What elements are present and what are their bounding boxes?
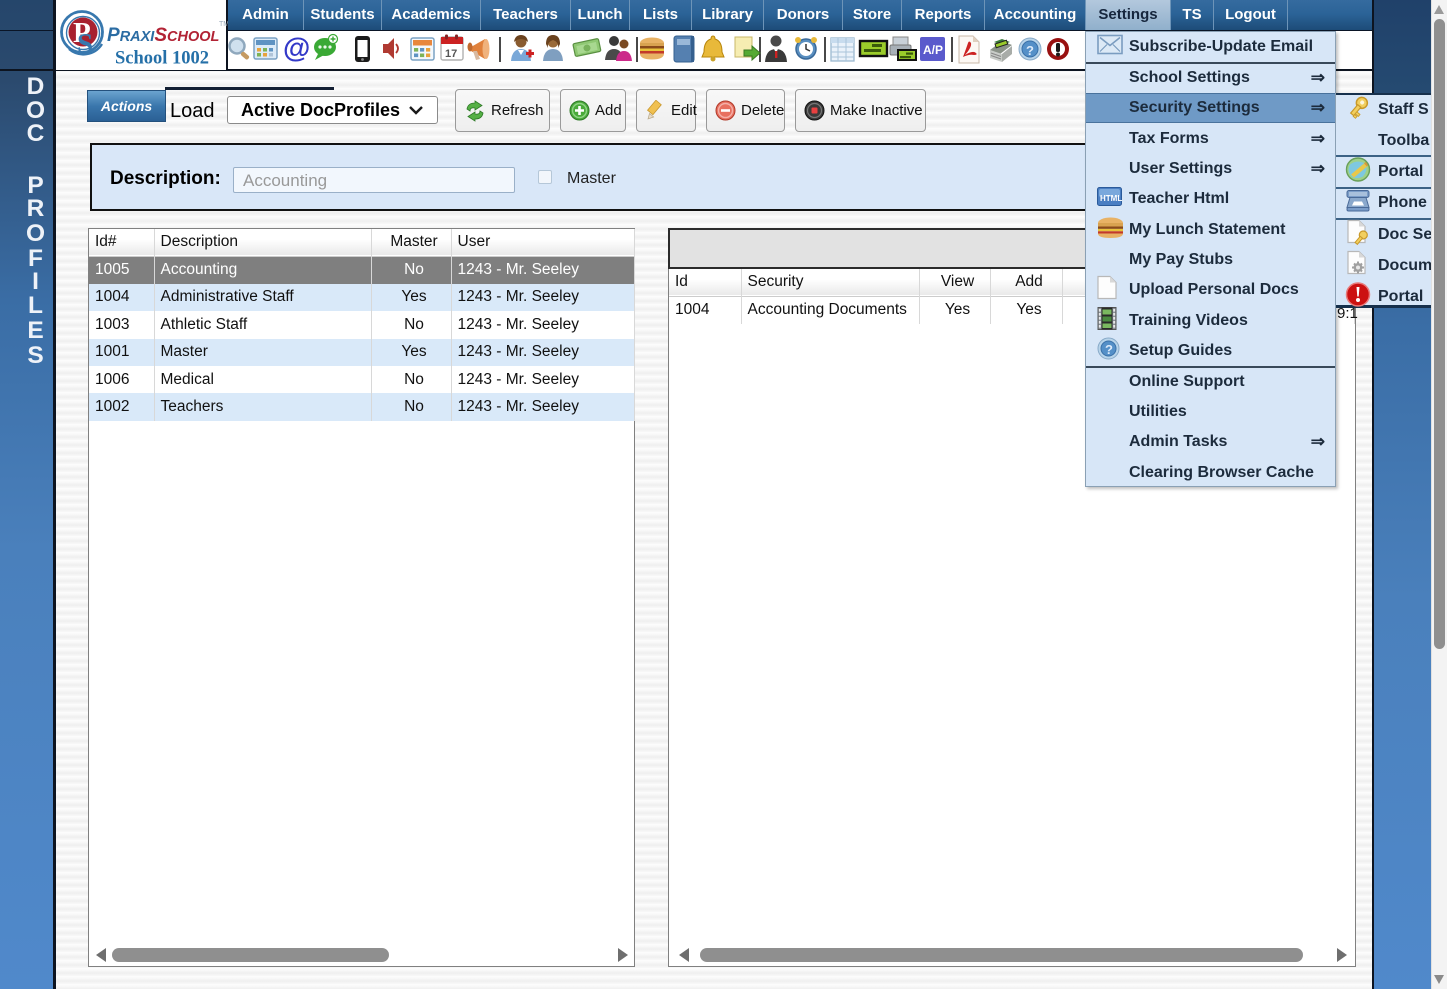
svg-text:PRAXISCHOOL: PRAXISCHOOL xyxy=(107,25,219,46)
svg-text:HTML: HTML xyxy=(1100,194,1122,203)
svg-text:17: 17 xyxy=(445,48,457,60)
svg-text:@: @ xyxy=(283,32,310,63)
svg-text:TM: TM xyxy=(219,21,228,28)
svg-text:?: ? xyxy=(1026,43,1034,58)
svg-text:School 1002: School 1002 xyxy=(115,49,209,69)
svg-text:A/P: A/P xyxy=(923,43,943,57)
svg-text:?: ? xyxy=(1105,342,1113,357)
